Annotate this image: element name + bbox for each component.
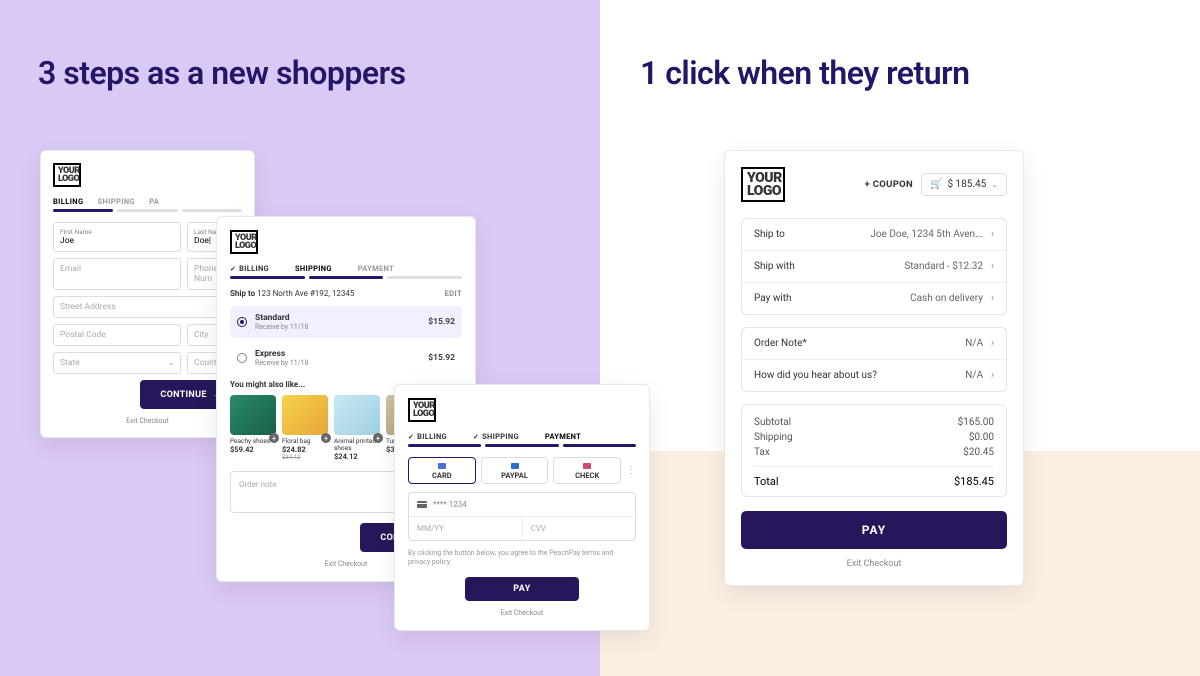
pay-button[interactable]: PAY xyxy=(741,511,1007,549)
cart-total-button[interactable]: 🛒$ 185.45⌄ xyxy=(921,173,1007,196)
chevron-right-icon: › xyxy=(991,293,994,304)
postal-field[interactable]: Postal Code xyxy=(53,324,181,346)
store-logo: YOURLOGO xyxy=(53,163,81,187)
cart-icon: 🛒 xyxy=(930,179,942,190)
store-logo: YOURLOGO xyxy=(230,230,258,254)
tab-shipping[interactable]: ✓SHIPPING xyxy=(473,432,519,441)
edit-address-link[interactable]: EDIT xyxy=(445,289,462,298)
tab-payment[interactable]: PA xyxy=(149,197,159,206)
terms-disclaimer: By clicking the button below, you agree … xyxy=(408,549,636,567)
checkout-payment-card: YOURLOGO ✓BILLING ✓SHIPPING PAYMENT CARD… xyxy=(394,384,650,631)
card-details: **** 1234 MM/YYCVV xyxy=(408,492,636,541)
exit-checkout-link[interactable]: Exit Checkout xyxy=(408,609,636,617)
heading-right: 1 click when they return xyxy=(640,54,970,92)
chevron-down-icon: ⌄ xyxy=(168,359,174,367)
how-hear-row[interactable]: How did you hear about us?N/A› xyxy=(742,360,1006,391)
shipping-option-standard[interactable]: StandardReceive by 11/18 $15.92 xyxy=(230,306,462,338)
chevron-right-icon: › xyxy=(991,338,994,349)
street-field[interactable]: Street Address xyxy=(53,296,218,318)
heading-left: 3 steps as a new shoppers xyxy=(38,54,406,92)
ship-with-row[interactable]: Ship withStandard - $12.32› xyxy=(742,251,1006,283)
pay-with-row[interactable]: Pay withCash on delivery› xyxy=(742,283,1006,314)
checkout-tabs: ✓BILLING ✓SHIPPING PAYMENT xyxy=(408,432,636,441)
tab-billing[interactable]: ✓BILLING xyxy=(408,432,447,441)
checkout-tabs: BILLING SHIPPING PA xyxy=(53,197,242,206)
tab-shipping[interactable]: SHIPPING xyxy=(98,197,136,206)
checkout-tabs: ✓BILLING SHIPPING PAYMENT xyxy=(230,264,462,273)
email-field[interactable]: Email xyxy=(53,258,181,290)
add-icon[interactable]: + xyxy=(321,433,331,443)
product-item[interactable]: +Peachy shoes$59.42 xyxy=(230,395,276,461)
tab-shipping[interactable]: SHIPPING xyxy=(295,264,332,273)
chevron-down-icon: ⌄ xyxy=(991,180,998,189)
order-note-row[interactable]: Order Note*N/A› xyxy=(742,328,1006,360)
card-number-field[interactable]: **** 1234 xyxy=(409,493,635,517)
card-cvv-field[interactable]: CVV xyxy=(523,517,636,540)
tab-payment[interactable]: PAYMENT xyxy=(358,264,394,273)
chevron-right-icon: › xyxy=(991,229,994,240)
add-icon[interactable]: + xyxy=(269,433,279,443)
card-icon xyxy=(417,501,427,508)
chevron-right-icon: › xyxy=(991,370,994,381)
store-logo: YOURLOGO xyxy=(741,167,785,202)
first-name-field[interactable]: First NameJoe xyxy=(53,222,181,252)
pay-button[interactable]: PAY xyxy=(465,577,579,601)
returning-checkout-card: YOURLOGO + COUPON 🛒$ 185.45⌄ Ship toJoe … xyxy=(724,150,1024,586)
tab-billing[interactable]: ✓BILLING xyxy=(230,264,269,273)
chevron-right-icon: › xyxy=(991,261,994,272)
payment-method-card[interactable]: CARD xyxy=(408,457,476,484)
add-icon[interactable]: + xyxy=(373,433,383,443)
exit-checkout-link[interactable]: Exit Checkout xyxy=(53,417,242,425)
check-icon: ✓ xyxy=(230,265,236,273)
check-icon: ✓ xyxy=(473,433,479,441)
shipping-option-express[interactable]: ExpressReceive by 11/18 $15.92 xyxy=(230,342,462,374)
ship-to-row[interactable]: Ship toJoe Doe, 1234 5th Aven...› xyxy=(742,219,1006,251)
add-coupon-link[interactable]: + COUPON xyxy=(865,179,913,190)
store-logo: YOURLOGO xyxy=(408,398,436,422)
product-item[interactable]: +Floral bag$24.82$34.12 xyxy=(282,395,328,461)
payment-method-check[interactable]: CHECK xyxy=(553,457,621,484)
radio-on-icon xyxy=(237,317,247,327)
product-item[interactable]: +Animal printed shoes$24.12 xyxy=(334,395,380,461)
exit-checkout-link[interactable]: Exit Checkout xyxy=(741,559,1007,569)
order-totals: Subtotal$165.00 Shipping$0.00 Tax$20.45 … xyxy=(741,404,1007,497)
tab-billing[interactable]: BILLING xyxy=(53,197,84,206)
card-expiry-field[interactable]: MM/YY xyxy=(409,517,523,540)
payment-method-paypal[interactable]: PAYPAL xyxy=(481,457,549,484)
state-select[interactable]: State⌄ xyxy=(53,352,181,374)
more-methods-icon[interactable]: ⋮ xyxy=(626,457,636,484)
check-icon: ✓ xyxy=(408,433,414,441)
tab-payment[interactable]: PAYMENT xyxy=(545,432,581,441)
radio-off-icon xyxy=(237,353,247,363)
